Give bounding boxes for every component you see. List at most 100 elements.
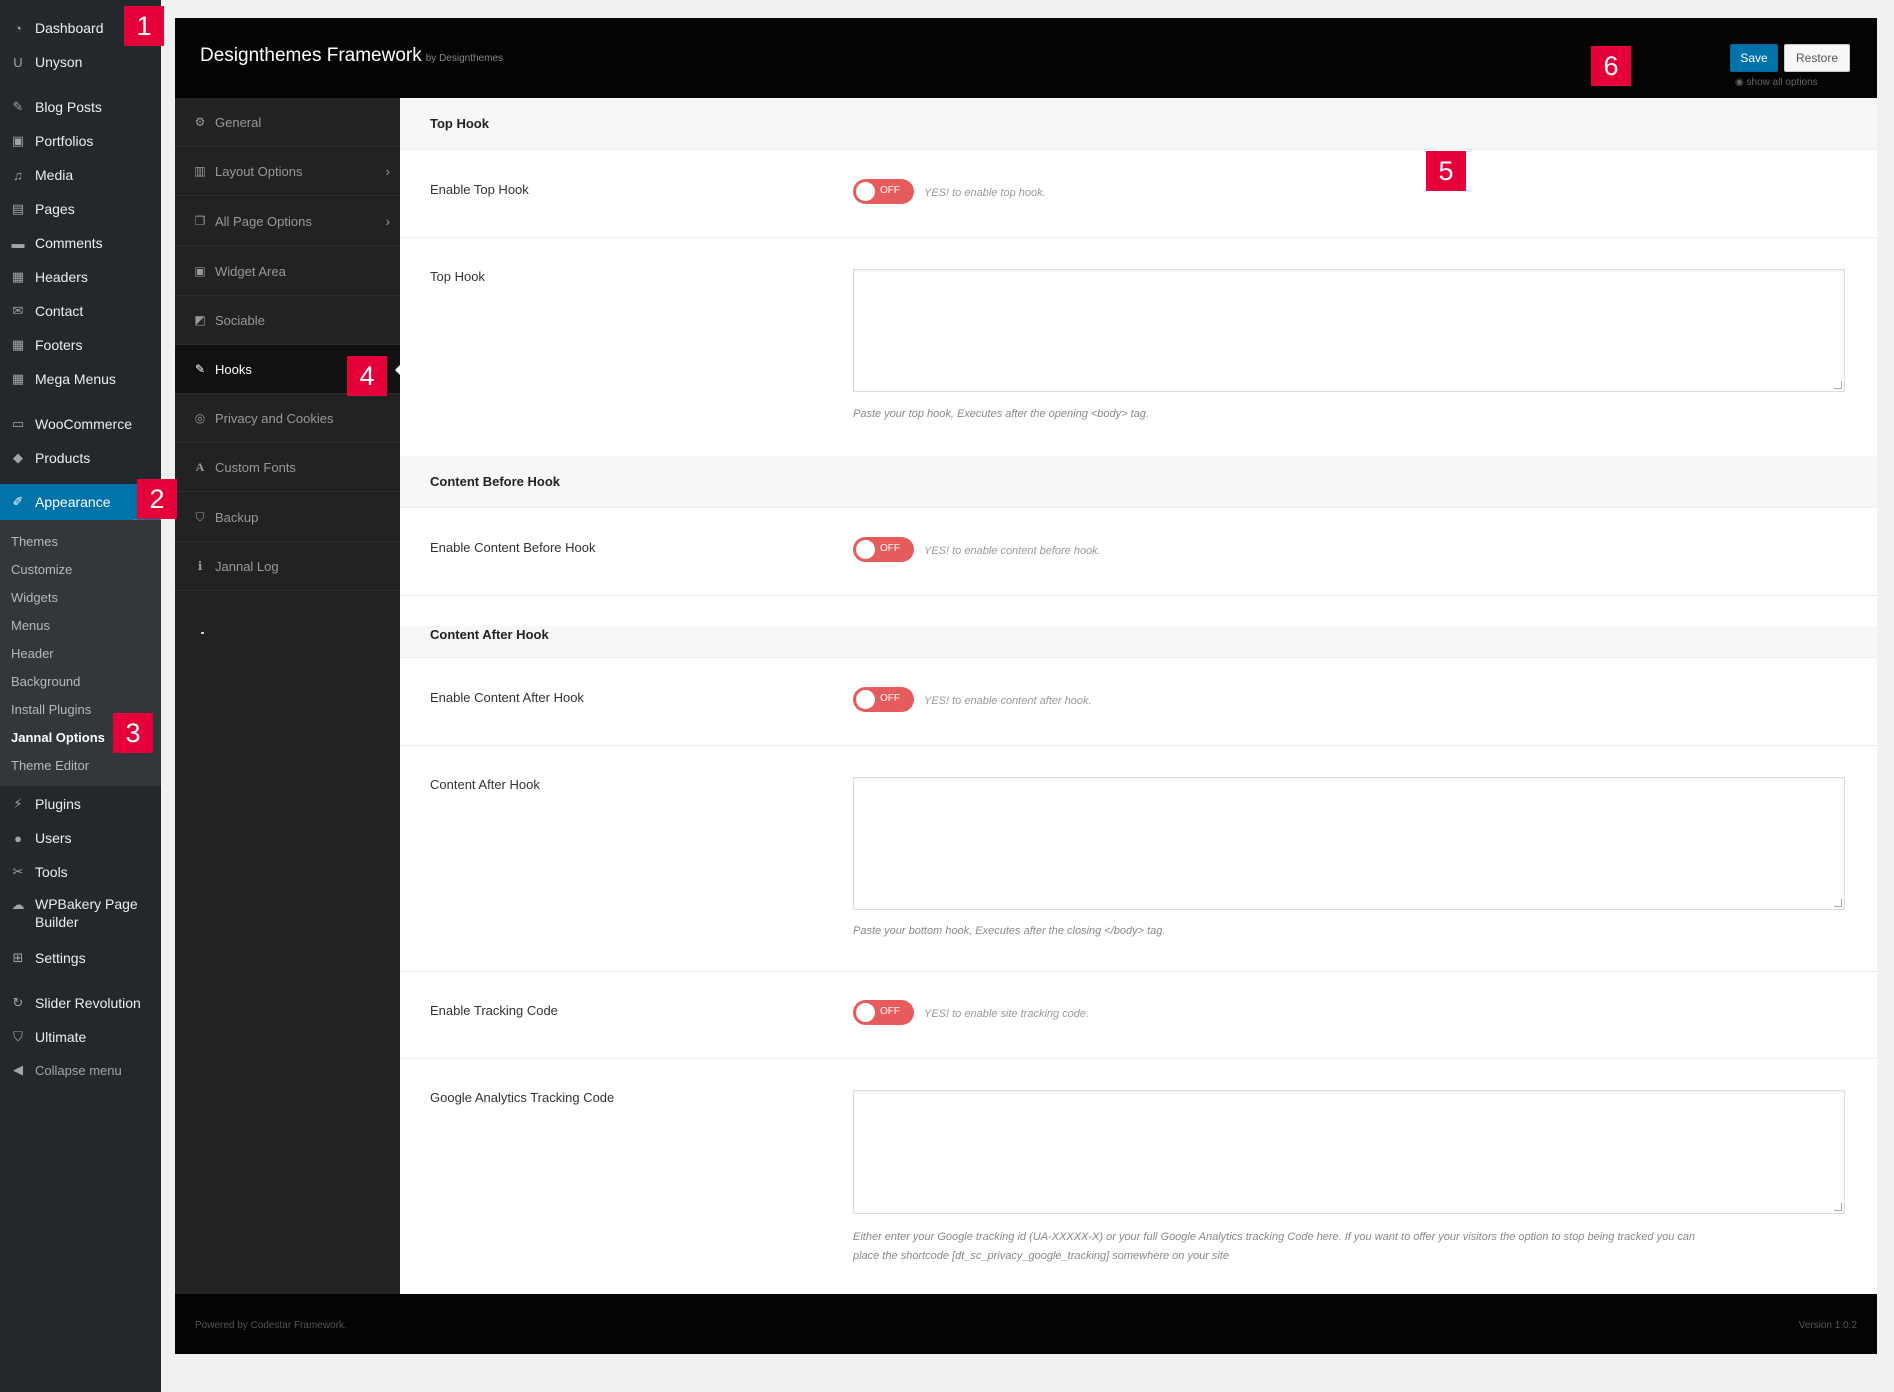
menu-headers[interactable]: ▦ Headers: [0, 262, 161, 292]
menu-unyson[interactable]: U Unyson: [0, 47, 161, 77]
ga-tracking-label: Google Analytics Tracking Code: [430, 1090, 615, 1105]
section-content-before-hook: Content Before Hook: [400, 456, 1877, 508]
save-button[interactable]: Save: [1730, 44, 1778, 72]
plug-icon: ⚡: [13, 796, 23, 811]
nav-all-page-options[interactable]: ❐ All Page Options ›: [175, 197, 400, 246]
grid-icon: ▦: [11, 371, 25, 386]
menu-settings[interactable]: ⊞ Settings: [0, 943, 161, 973]
mail-icon: ✉: [12, 303, 24, 318]
annotation-badge-3: 3: [113, 713, 153, 753]
submenu-header[interactable]: Header: [11, 646, 54, 661]
collapse-menu[interactable]: ◀ Collapse menu: [0, 1055, 161, 1085]
nav-layout-options[interactable]: ▥ Layout Options ›: [175, 147, 400, 196]
menu-footers[interactable]: ▦ Footers: [0, 330, 161, 360]
menu-woocommerce[interactable]: ▭ WooCommerce: [0, 409, 161, 439]
powered-by: Powered by Codestar Framework.: [195, 1320, 347, 1331]
nav-backup[interactable]: ⛉ Backup: [175, 493, 400, 542]
menu-mega-menus[interactable]: ▦ Mega Menus: [0, 364, 161, 394]
cloud-icon: ☁: [11, 897, 25, 912]
paperclip-icon: ✎: [194, 362, 206, 376]
box-icon: ◆: [13, 450, 23, 465]
submenu-widgets[interactable]: Widgets: [11, 590, 58, 605]
nav-general[interactable]: ⚙ General: [175, 98, 400, 147]
enable-top-hook-help: YES! to enable top hook.: [924, 187, 1046, 199]
pages-icon: ▤: [11, 201, 25, 216]
restore-button[interactable]: Restore: [1784, 44, 1850, 72]
enable-top-hook-label: Enable Top Hook: [430, 182, 529, 197]
share-icon: ◩: [194, 313, 206, 327]
section-top-hook: Top Hook: [400, 98, 1877, 150]
annotation-badge-6: 6: [1591, 46, 1631, 86]
menu-media[interactable]: ♫ Media: [0, 160, 161, 190]
menu-comments[interactable]: ▬ Comments: [0, 228, 161, 258]
enable-content-after-toggle[interactable]: OFF: [853, 687, 914, 712]
menu-blog-posts[interactable]: ✎ Blog Posts: [0, 92, 161, 122]
framework-nav: ⚙ General ▥ Layout Options › ❐ All Page Opti…: [175, 98, 401, 1294]
enable-tracking-label: Enable Tracking Code: [430, 1003, 558, 1018]
dashboard-icon: ◔: [14, 20, 22, 36]
shield-icon: ⛉: [13, 1029, 23, 1044]
menu-ultimate[interactable]: ⛉ Ultimate: [0, 1022, 161, 1052]
submenu-customize[interactable]: Customize: [11, 562, 72, 577]
layout-icon: ▥: [194, 164, 206, 178]
menu-pages[interactable]: ▤ Pages: [0, 194, 161, 224]
submenu-background[interactable]: Background: [11, 674, 80, 689]
menu-products[interactable]: ◆ Products: [0, 443, 161, 473]
menu-portfolios[interactable]: ▣ Portfolios: [0, 126, 161, 156]
enable-tracking-toggle[interactable]: OFF: [853, 1000, 914, 1025]
submenu-install-plugins[interactable]: Install Plugins: [11, 702, 91, 717]
refresh-icon: ↻: [12, 995, 24, 1010]
submenu-jannal-options[interactable]: Jannal Options: [11, 730, 105, 745]
submenu-menus[interactable]: Menus: [11, 618, 50, 633]
content-after-hook-textarea[interactable]: [853, 777, 1845, 910]
section-content-after-hook: Content After Hook: [400, 626, 1877, 658]
eye-slash-icon: ◎: [194, 411, 206, 425]
enable-content-before-help: YES! to enable content before hook.: [924, 545, 1101, 557]
enable-content-after-help: YES! to enable content after hook.: [924, 695, 1092, 707]
grid-icon: ▦: [11, 269, 25, 284]
shield-icon: ⛉: [195, 509, 205, 524]
enable-top-hook-toggle[interactable]: OFF: [853, 179, 914, 204]
menu-contact[interactable]: ✉ Contact: [0, 296, 161, 326]
wrench-icon: ✂: [12, 864, 24, 879]
resize-grip-icon[interactable]: [1834, 381, 1842, 389]
nav-divider-dot: [201, 632, 204, 634]
media-icon: ♫: [13, 167, 23, 183]
nav-custom-fonts[interactable]: A Custom Fonts: [175, 443, 400, 492]
user-icon: ●: [14, 830, 22, 846]
submenu-theme-editor[interactable]: Theme Editor: [11, 758, 89, 773]
chevron-right-icon: ›: [385, 163, 390, 179]
font-icon: A: [195, 459, 205, 474]
enable-tracking-help: YES! to enable site tracking code.: [924, 1008, 1090, 1020]
grid-icon: ▦: [11, 337, 25, 352]
menu-wpbakery[interactable]: ☁ WPBakery Page Builder: [0, 895, 161, 935]
annotation-badge-5: 5: [1426, 151, 1466, 191]
resize-grip-icon[interactable]: [1834, 899, 1842, 907]
resize-grip-icon[interactable]: [1834, 1203, 1842, 1211]
portfolio-icon: ▣: [11, 133, 25, 148]
show-all-options-link[interactable]: ◉ show all options: [1735, 77, 1818, 88]
submenu-themes[interactable]: Themes: [11, 534, 58, 549]
top-hook-textarea[interactable]: [853, 269, 1845, 392]
menu-users[interactable]: ● Users: [0, 823, 161, 853]
framework-by: by Designthemes: [425, 53, 504, 64]
collapse-icon: ◀: [13, 1062, 23, 1077]
nav-sociable[interactable]: ◩ Sociable: [175, 296, 400, 345]
menu-slider-revolution[interactable]: ↻ Slider Revolution: [0, 988, 161, 1018]
ga-tracking-textarea[interactable]: [853, 1090, 1845, 1214]
hooks-content: Top Hook Enable Top Hook OFF YES! to ena…: [400, 98, 1877, 1294]
eye-icon: ◉: [1735, 77, 1747, 88]
info-icon: ℹ: [197, 559, 203, 573]
menu-tools[interactable]: ✂ Tools: [0, 857, 161, 887]
enable-content-after-label: Enable Content After Hook: [430, 690, 584, 705]
annotation-badge-4: 4: [347, 356, 387, 396]
menu-plugins[interactable]: ⚡ Plugins: [0, 789, 161, 819]
framework-footer: Powered by Codestar Framework. Version 1…: [175, 1294, 1877, 1354]
settings-icon: ⊞: [12, 950, 24, 965]
content-after-hook-label: Content After Hook: [430, 777, 540, 792]
nav-widget-area[interactable]: ▣ Widget Area: [175, 247, 400, 296]
top-hook-desc: Paste your top hook, Executes after the …: [853, 408, 1149, 420]
nav-privacy-cookies[interactable]: ◎ Privacy and Cookies: [175, 394, 400, 443]
nav-jannal-log[interactable]: ℹ Jannal Log: [175, 542, 400, 591]
enable-content-before-toggle[interactable]: OFF: [853, 537, 914, 562]
